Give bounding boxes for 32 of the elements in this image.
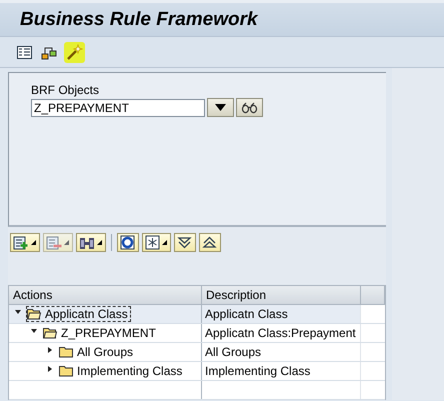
binoculars-button[interactable] bbox=[76, 233, 106, 252]
binoculars-icon bbox=[79, 236, 95, 250]
glasses-button[interactable] bbox=[236, 98, 263, 117]
folder-icon bbox=[27, 308, 42, 320]
table-cell: Applicatn Class:Prepayment bbox=[205, 326, 356, 340]
asterisk-button[interactable] bbox=[142, 233, 171, 252]
window-title: Business Rule Framework bbox=[20, 8, 258, 30]
input-field[interactable]: Z_PREPAYMENT bbox=[31, 98, 205, 116]
table-cell: All Groups bbox=[205, 345, 262, 359]
column-header[interactable]: Description bbox=[202, 286, 361, 304]
expand-all-button[interactable] bbox=[174, 233, 196, 252]
tree-node-label[interactable]: Z_PREPAYMENT bbox=[61, 326, 156, 340]
table-cell: Applicatn Class bbox=[205, 307, 288, 321]
collapse-all-button[interactable] bbox=[199, 233, 221, 252]
tree-node-label[interactable]: All Groups bbox=[77, 345, 134, 359]
dropdown-button[interactable] bbox=[207, 98, 234, 117]
folder-icon bbox=[59, 365, 74, 377]
folder-icon bbox=[59, 346, 74, 358]
asterisk-icon bbox=[145, 235, 160, 250]
caret-icon bbox=[215, 104, 226, 111]
remove-row-icon bbox=[46, 236, 62, 250]
tree-node-label[interactable]: Implementing Class bbox=[77, 364, 182, 378]
collapse-all-icon bbox=[202, 236, 217, 250]
magic-wand-icon[interactable] bbox=[64, 42, 85, 62]
column-header[interactable]: Actions bbox=[9, 286, 202, 304]
add-row-button[interactable] bbox=[10, 233, 40, 252]
expand-all-icon bbox=[177, 236, 192, 250]
field-label: BRF Objects bbox=[31, 83, 100, 97]
add-row-icon bbox=[13, 236, 29, 250]
glasses-icon bbox=[241, 102, 258, 114]
folder-icon bbox=[43, 327, 58, 339]
table-cell: Implementing Class bbox=[205, 364, 310, 378]
